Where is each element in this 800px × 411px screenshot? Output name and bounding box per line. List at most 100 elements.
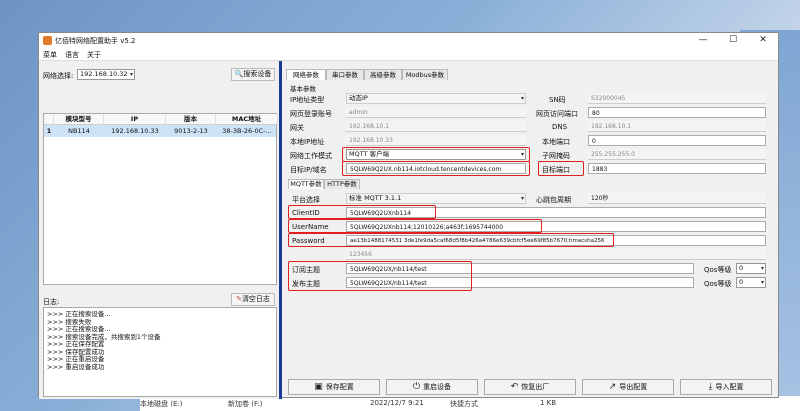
- qos-label-2: Qos等级: [704, 280, 732, 288]
- local-port-field[interactable]: 0: [588, 135, 766, 146]
- client-id-field[interactable]: 5QLW69Q2UXnb114: [346, 207, 766, 218]
- local-ip-field[interactable]: 192.168.10.33: [346, 135, 526, 146]
- qos-value-1: 0: [739, 264, 744, 272]
- chevron-down-icon: ▾: [520, 195, 524, 202]
- web-port-label: 网页访问端口: [536, 110, 578, 118]
- import-config-label: 导入配置: [715, 383, 744, 391]
- row-ip: 192.168.10.33: [111, 127, 159, 135]
- menu-bar: 菜单 语言 关于: [39, 48, 778, 61]
- chevron-down-icon: ▾: [520, 151, 524, 158]
- publish-field[interactable]: 5QLW69Q2UX/nb114/test: [346, 277, 694, 288]
- app-logo-icon: [43, 36, 52, 45]
- device-table: 模块型号 IP 版本 MAC地址 1 NB114 192.168.10.33 9…: [43, 113, 278, 285]
- target-field[interactable]: 5QLW69Q2UX.nb114.iotcloud.tencentdevices…: [346, 163, 526, 174]
- target-label: 目标IP/域名: [290, 166, 327, 174]
- tab-advanced[interactable]: 高级参数: [364, 69, 402, 80]
- table-row[interactable]: 1 NB114 192.168.10.33 9013-2-13 38-3B-26…: [44, 125, 276, 137]
- qos-label-1: Qos等级: [704, 266, 732, 274]
- col-mac: MAC地址: [216, 114, 278, 125]
- log-label: 日志:: [43, 298, 60, 306]
- platform-value: 标准 MQTT 3.1.1: [349, 194, 402, 202]
- export-arrow-icon: ↗: [608, 382, 617, 392]
- col-version: 版本: [166, 114, 216, 125]
- subscribe-label: 订阅主题: [292, 266, 320, 274]
- close-button[interactable]: ✕: [748, 33, 778, 48]
- factory-reset-button[interactable]: ↶ 恢复出厂: [484, 379, 576, 395]
- qos-select-2[interactable]: 0 ▾: [736, 277, 766, 288]
- target-port-field[interactable]: 1883: [588, 163, 766, 174]
- folder-name: 新加卷 (F:): [228, 400, 263, 408]
- web-port-field[interactable]: 80: [588, 107, 766, 118]
- col-model: 模块型号: [54, 114, 104, 125]
- log-output: >>> 正在搜索设备... >>> 搜索失败 >>> 正在搜索设备... >>>…: [43, 307, 277, 397]
- web-account-field[interactable]: admin: [346, 107, 526, 118]
- heartbeat-field[interactable]: 120秒: [588, 193, 766, 204]
- subnet-field[interactable]: 255.255.255.0: [588, 149, 766, 160]
- extra-field[interactable]: 123456: [346, 249, 766, 260]
- maximize-button[interactable]: ☐: [718, 33, 748, 48]
- factory-reset-label: 恢复出厂: [521, 383, 550, 391]
- gateway-field[interactable]: 192.168.10.1: [346, 121, 526, 132]
- net-select-label: 网络选择:: [43, 72, 74, 80]
- basic-params-label: 基本参数: [290, 85, 316, 93]
- platform-select[interactable]: 标准 MQTT 3.1.1 ▾: [346, 193, 526, 204]
- title-bar: 亿佰特网络配置助手 v5.2 — ☐ ✕: [39, 33, 778, 48]
- clear-log-button[interactable]: ✎清空日志: [231, 293, 275, 306]
- back-arrow-icon: ↶: [510, 382, 519, 392]
- subscribe-field[interactable]: 5QLW69Q2UX/nb114/test: [346, 263, 694, 274]
- qos-select-1[interactable]: 0 ▾: [736, 263, 766, 274]
- minimize-button[interactable]: —: [688, 33, 718, 48]
- tab-network[interactable]: 网络参数: [286, 69, 326, 80]
- ip-type-select[interactable]: 动态IP ▾: [346, 93, 526, 104]
- export-config-label: 导出配置: [619, 383, 648, 391]
- chevron-down-icon: ▾: [760, 265, 764, 272]
- work-mode-label: 网络工作模式: [290, 152, 332, 160]
- menu-main[interactable]: 菜单: [43, 50, 57, 60]
- chevron-down-icon: ▾: [760, 279, 764, 286]
- menu-about[interactable]: 关于: [87, 50, 101, 60]
- sn-field: S32000045: [588, 93, 766, 104]
- menu-language[interactable]: 语言: [65, 50, 79, 60]
- device-panel: 网络选择: 192.168.10.32 ▾ 🔍搜索设备 模块型号 IP 版本 M…: [39, 61, 279, 399]
- net-select-dropdown[interactable]: 192.168.10.32 ▾: [77, 69, 135, 80]
- heartbeat-label: 心跳包周期: [536, 196, 571, 204]
- import-config-button[interactable]: ⤓ 导入配置: [680, 379, 772, 395]
- save-icon: ▣: [314, 382, 323, 392]
- config-assistant-window: 亿佰特网络配置助手 v5.2 — ☐ ✕ 菜单 语言 关于 网络选择: 192.…: [38, 32, 779, 399]
- tab-modbus[interactable]: Modbus参数: [402, 69, 448, 80]
- row-index: 1: [46, 127, 52, 135]
- chevron-down-icon: ▾: [129, 71, 133, 78]
- col-ip: IP: [104, 114, 166, 125]
- drive-name: 本地磁盘 (E:): [140, 400, 183, 408]
- password-field[interactable]: ae13b1488174531 3de1fe9da5caf68d5f8b426a…: [346, 235, 766, 246]
- search-devices-button[interactable]: 🔍搜索设备: [231, 68, 275, 81]
- password-label: Password: [292, 237, 325, 245]
- save-config-label: 保存配置: [325, 383, 354, 391]
- net-select-value: 192.168.10.32: [80, 70, 128, 78]
- panel-splitter[interactable]: [279, 61, 282, 399]
- import-arrow-icon: ⤓: [708, 382, 713, 392]
- subtab-mqtt[interactable]: MQTT参数: [288, 179, 324, 189]
- tab-serial[interactable]: 串口参数: [326, 69, 364, 80]
- window-title: 亿佰特网络配置助手 v5.2: [55, 37, 136, 45]
- ip-type-value: 动态IP: [349, 94, 368, 102]
- ip-type-label: IP地址类型: [290, 96, 325, 104]
- dns-field[interactable]: 192.168.10.1: [588, 121, 766, 132]
- restart-device-button[interactable]: ⏻ 重启设备: [386, 379, 478, 395]
- folder-size: 1 KB: [540, 399, 557, 407]
- web-account-label: 网页登录账号: [290, 110, 332, 118]
- publish-label: 发布主题: [292, 280, 320, 288]
- power-icon: ⏻: [412, 382, 421, 392]
- subtab-http[interactable]: HTTP参数: [324, 179, 360, 189]
- username-label: UserName: [292, 223, 329, 231]
- username-field[interactable]: 5QLW69Q2UXnb114;12010126;a463f;169574400…: [346, 221, 766, 232]
- local-ip-label: 本地IP地址: [290, 138, 325, 146]
- search-devices-label: 搜索设备: [243, 70, 272, 78]
- export-config-button[interactable]: ↗ 导出配置: [582, 379, 674, 395]
- row-version: 9013-2-13: [174, 127, 208, 135]
- qos-value-2: 0: [739, 278, 744, 286]
- log-line: >>> 重启设备成功: [47, 362, 105, 371]
- work-mode-select[interactable]: MQTT 客户端 ▾: [346, 149, 526, 160]
- save-config-button[interactable]: ▣ 保存配置: [288, 379, 380, 395]
- chevron-down-icon: ▾: [520, 95, 524, 102]
